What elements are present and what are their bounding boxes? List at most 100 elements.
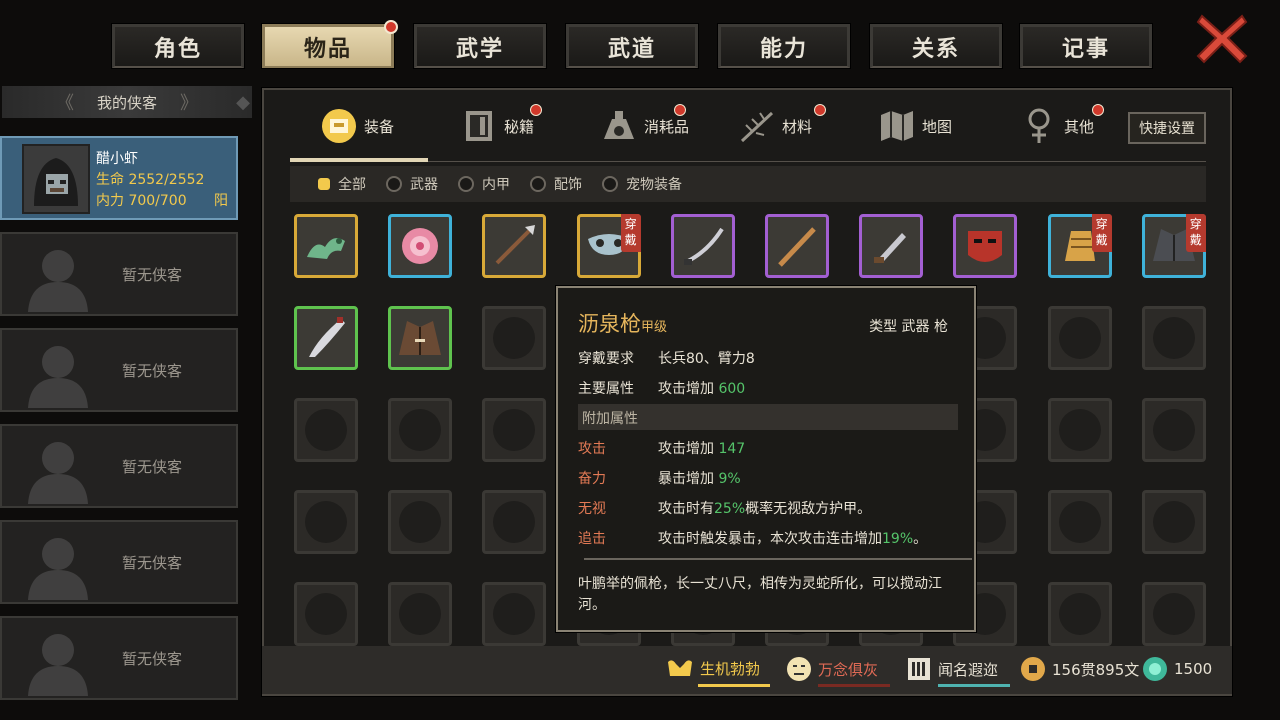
- tab-martial-way[interactable]: 武道: [565, 23, 699, 69]
- worn-badge: 穿戴: [620, 214, 641, 252]
- empty-slot-label: 暂无侠客: [122, 650, 183, 668]
- empty-item-slot[interactable]: [482, 490, 547, 554]
- empty-hero-slot[interactable]: 暂无侠客: [0, 616, 238, 700]
- item-slot[interactable]: [953, 214, 1018, 278]
- notification-dot-icon: [530, 104, 542, 116]
- empty-slot-label: 暂无侠客: [122, 362, 183, 380]
- empty-item-slot[interactable]: [1141, 582, 1206, 646]
- item-slot[interactable]: [482, 214, 547, 278]
- herb-icon: [740, 111, 774, 143]
- diamond-icon: ◆: [236, 91, 250, 113]
- item-slot[interactable]: [294, 306, 358, 370]
- empty-item-slot[interactable]: [388, 490, 453, 554]
- item-slot[interactable]: [388, 306, 453, 370]
- radio-icon: [530, 176, 546, 192]
- radio-selected-icon: [318, 178, 330, 190]
- row-value: 暴击增加: [658, 471, 719, 487]
- tab-label: 关系: [911, 36, 960, 62]
- empty-item-slot[interactable]: [1141, 490, 1206, 554]
- item-type: 类型 武器 枪: [869, 319, 948, 335]
- empty-item-slot[interactable]: [1141, 398, 1206, 462]
- item-slot[interactable]: [670, 214, 735, 278]
- tab-martial-arts[interactable]: 武学: [413, 23, 547, 69]
- item-slot[interactable]: 穿戴: [1047, 214, 1112, 278]
- empty-item-slot[interactable]: [1047, 582, 1112, 646]
- item-slot[interactable]: [859, 214, 924, 278]
- category-consumables[interactable]: 消耗品: [600, 104, 689, 148]
- vitality-bar: [698, 684, 770, 687]
- empty-hero-slot[interactable]: 暂无侠客: [0, 232, 238, 316]
- tab-items[interactable]: 物品: [261, 20, 398, 69]
- category-label: 装备: [364, 117, 395, 136]
- empty-hero-slot[interactable]: 暂无侠客: [0, 520, 238, 604]
- filter-all[interactable]: 全部: [318, 174, 366, 194]
- tab-label: 角色: [153, 36, 202, 62]
- money-value: 156贯895文: [1052, 660, 1140, 679]
- roster-header: 《 我的侠客 》 ◆: [2, 86, 252, 118]
- empty-item-slot[interactable]: [294, 398, 358, 462]
- row-key: 主要属性: [578, 381, 634, 397]
- filter-armor[interactable]: 内甲: [458, 174, 510, 194]
- spear-icon: [495, 225, 536, 265]
- category-manuals[interactable]: 秘籍: [460, 104, 542, 148]
- hero-mp: 内力 700/700: [96, 193, 187, 209]
- filter-label: 全部: [338, 177, 366, 193]
- empty-item-slot[interactable]: [294, 582, 358, 646]
- filter-pet-gear[interactable]: 宠物装备: [602, 174, 682, 194]
- roster-title: 我的侠客: [96, 93, 157, 112]
- category-equipment[interactable]: 装备: [320, 104, 394, 148]
- filter-label: 武器: [410, 177, 438, 193]
- money-status: 156贯895文: [1020, 656, 1139, 682]
- hero-card[interactable]: 醋小虾 生命 2552/2552 内力 700/700 阳: [0, 136, 238, 220]
- armor-icon: [322, 109, 356, 143]
- item-slot[interactable]: [388, 214, 453, 278]
- empty-item-slot[interactable]: [1141, 306, 1206, 370]
- filter-bar: 全部 武器 内甲 配饰 宠物装备: [290, 166, 1206, 202]
- row-value: 攻击增加: [658, 381, 719, 397]
- empty-item-slot[interactable]: [1047, 398, 1112, 462]
- category-label: 秘籍: [504, 117, 535, 136]
- fame-bar: [938, 684, 1010, 687]
- empty-item-slot[interactable]: [294, 490, 358, 554]
- tab-relations[interactable]: 关系: [869, 23, 1003, 69]
- main-attr-row: 主要属性 攻击增加 600: [578, 378, 745, 398]
- fame-status: 闻名遐迩: [906, 656, 1010, 687]
- empty-item-slot[interactable]: [482, 582, 547, 646]
- empty-item-slot[interactable]: [1047, 306, 1112, 370]
- empty-item-slot[interactable]: [1047, 490, 1112, 554]
- silhouette-icon: [28, 634, 88, 696]
- item-slot[interactable]: 穿戴: [576, 214, 641, 278]
- filter-accessory[interactable]: 配饰: [530, 174, 582, 194]
- item-slot[interactable]: [294, 214, 358, 278]
- filter-weapon[interactable]: 武器: [386, 174, 438, 194]
- tab-abilities[interactable]: 能力: [717, 23, 851, 69]
- tab-character[interactable]: 角色: [111, 23, 245, 69]
- misc-icon: [1028, 108, 1050, 143]
- close-icon[interactable]: [1196, 12, 1248, 64]
- item-slot[interactable]: 穿戴: [1141, 214, 1206, 278]
- empty-item-slot[interactable]: [388, 582, 453, 646]
- quick-settings-button[interactable]: 快捷设置: [1128, 112, 1206, 144]
- empty-hero-slot[interactable]: 暂无侠客: [0, 424, 238, 508]
- empty-hero-slot[interactable]: 暂无侠客: [0, 328, 238, 412]
- category-maps[interactable]: 地图: [878, 104, 952, 148]
- category-others[interactable]: 其他: [1020, 104, 1104, 148]
- tab-label: 武学: [455, 36, 504, 62]
- silhouette-icon: [28, 442, 88, 504]
- chevron-left-icon: 《: [56, 93, 74, 114]
- row-key: 穿戴要求: [578, 351, 634, 367]
- empty-item-slot[interactable]: [482, 398, 547, 462]
- empty-item-slot[interactable]: [482, 306, 547, 370]
- item-slot[interactable]: [765, 214, 829, 278]
- book-icon: [466, 111, 492, 141]
- mood-bar: [818, 684, 890, 687]
- empty-item-slot[interactable]: [388, 398, 453, 462]
- muscle-icon: [668, 660, 692, 676]
- tab-journal[interactable]: 记事: [1019, 23, 1153, 69]
- category-label: 其他: [1064, 117, 1095, 136]
- silhouette-icon: [28, 250, 88, 312]
- mood-label: 万念俱灰: [818, 660, 879, 679]
- category-materials[interactable]: 材料: [738, 104, 826, 148]
- radio-icon: [602, 176, 618, 192]
- empty-slot-label: 暂无侠客: [122, 458, 183, 476]
